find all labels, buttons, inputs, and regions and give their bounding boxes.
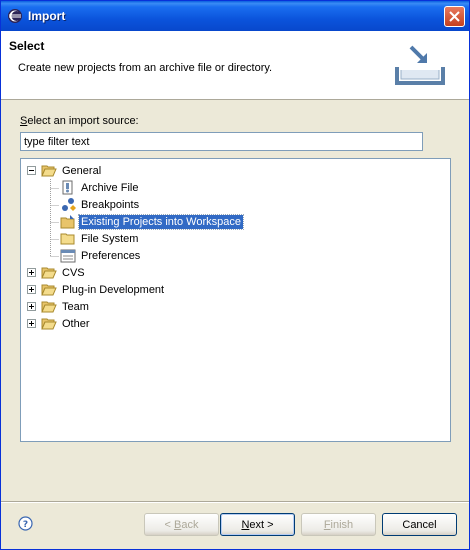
open-folder-icon: [41, 284, 57, 295]
cancel-button-label: Cancel: [402, 518, 437, 531]
tree-item-file-system[interactable]: File System: [60, 230, 140, 247]
tree-item-other-label: Other: [62, 317, 90, 330]
filter-input[interactable]: [20, 132, 423, 151]
next-button-label: ext >: [249, 518, 274, 531]
help-icon[interactable]: ?: [18, 516, 33, 531]
page-description: Create new projects from an archive file…: [18, 62, 273, 74]
tree-item-cvs-label: CVS: [62, 266, 85, 279]
tree-item-breakpoints-label: Breakpoints: [81, 198, 140, 211]
wizard-header: Select Create new projects from an archi…: [1, 31, 469, 100]
tree-item-preferences-label: Preferences: [81, 249, 141, 262]
tree-item-general-label: General: [62, 164, 102, 177]
other-expand-toggle[interactable]: [27, 319, 36, 328]
tree-item-existing-projects[interactable]: Existing Projects into Workspace: [60, 213, 244, 230]
import-wizard-icon: [395, 45, 445, 85]
footer-separator: [1, 501, 469, 503]
open-folder-icon: [41, 318, 57, 329]
breakpoints-icon: [62, 197, 76, 211]
tree-item-cvs[interactable]: CVS: [41, 264, 87, 281]
tree-item-plugin-development[interactable]: Plug-in Development: [41, 281, 166, 298]
finish-button-label: inish: [330, 518, 354, 531]
general-collapse-toggle[interactable]: [27, 166, 36, 175]
preferences-icon: [60, 249, 76, 262]
plugin-expand-toggle[interactable]: [27, 285, 36, 294]
title-bar[interactable]: Import: [1, 1, 469, 31]
svg-text:?: ?: [23, 520, 28, 530]
open-folder-icon: [41, 267, 57, 278]
open-folder-icon: [41, 301, 57, 312]
tree-item-plugin-development-label: Plug-in Development: [62, 283, 165, 296]
import-source-tree[interactable]: General Archive File Breakpoints Existin…: [20, 158, 451, 442]
tree-item-other[interactable]: Other: [41, 315, 92, 332]
team-expand-toggle[interactable]: [27, 302, 36, 311]
window-title: Import: [28, 9, 66, 23]
back-button-prefix: <: [164, 518, 174, 531]
tree-item-team-label: Team: [62, 300, 89, 313]
tree-item-archive-file[interactable]: Archive File: [60, 179, 140, 196]
next-button[interactable]: Next >: [220, 513, 295, 536]
tree-item-archive-file-label: Archive File: [81, 181, 139, 194]
tree-item-preferences[interactable]: Preferences: [60, 247, 142, 264]
eclipse-icon: [8, 9, 22, 23]
close-button[interactable]: [444, 6, 465, 27]
finish-button[interactable]: Finish: [301, 513, 376, 536]
tree-item-general[interactable]: General: [41, 162, 103, 179]
close-icon: [449, 11, 460, 22]
existing-projects-icon: [60, 214, 75, 228]
tree-item-team[interactable]: Team: [41, 298, 91, 315]
plus-icon: [29, 287, 34, 292]
page-title: Select: [9, 39, 45, 53]
back-button-mnemonic: B: [174, 518, 182, 531]
tree-item-file-system-label: File System: [81, 232, 139, 245]
plus-icon: [29, 304, 34, 309]
plus-icon: [29, 321, 34, 326]
next-button-mnemonic: N: [241, 518, 250, 531]
folder-icon: [60, 233, 75, 244]
cancel-button[interactable]: Cancel: [382, 513, 457, 536]
tree-item-breakpoints[interactable]: Breakpoints: [60, 196, 141, 213]
open-folder-icon: [41, 165, 57, 176]
back-button-label: ack: [181, 518, 199, 531]
import-dialog: Import Select Create new projects from a…: [0, 0, 470, 550]
import-source-label: Select an import source:: [20, 115, 139, 127]
plus-icon: [29, 270, 34, 275]
minus-icon: [29, 170, 34, 171]
archive-file-icon: [62, 180, 73, 194]
tree-item-existing-projects-label: Existing Projects into Workspace: [78, 213, 244, 230]
cvs-expand-toggle[interactable]: [27, 268, 36, 277]
import-source-label-text: elect an import source:: [27, 115, 139, 127]
finish-button-mnemonic: F: [323, 518, 331, 531]
back-button[interactable]: < Back: [144, 513, 219, 536]
